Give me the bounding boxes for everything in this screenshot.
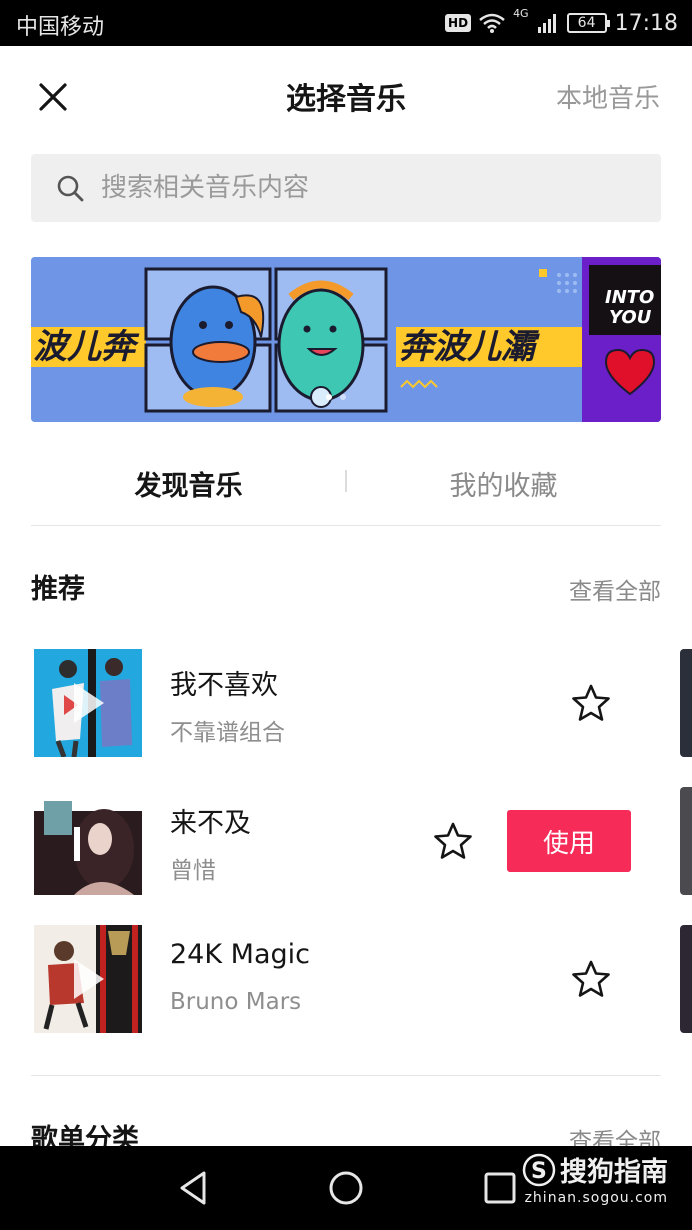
watermark-brand-text: 搜狗指南 (560, 1157, 668, 1188)
watermark-brand: S 搜狗指南 (522, 1150, 668, 1189)
local-music-link[interactable]: 本地音乐 (556, 78, 660, 115)
wifi-icon (479, 13, 505, 33)
banner-artwork: 波儿奔 奔波儿灞 INTO YOU (31, 257, 661, 422)
peek-card (680, 649, 692, 757)
banner-side-text-1: INTO (605, 287, 654, 308)
song-row[interactable]: 24K Magic Bruno Mars (0, 925, 692, 1033)
song-artist: Bruno Mars (170, 989, 302, 1015)
watermark: S 搜狗指南 zhinan.sogou.com (522, 1150, 668, 1206)
song-row[interactable]: 我不喜欢 不靠谱组合 (0, 649, 692, 757)
system-nav-bar: S 搜狗指南 zhinan.sogou.com (0, 1146, 692, 1230)
album-cover[interactable] (34, 649, 142, 757)
header: 选择音乐 本地音乐 (0, 46, 692, 146)
home-icon[interactable] (326, 1168, 366, 1208)
banner-text-left: 波儿奔 (33, 327, 140, 367)
search-box[interactable] (31, 154, 661, 222)
recommend-title: 推荐 (31, 574, 85, 605)
status-icons: HD 4G 64 17:18 (445, 7, 678, 39)
search-input[interactable] (101, 173, 621, 203)
back-icon[interactable] (174, 1168, 214, 1208)
use-button[interactable]: 使用 (507, 810, 631, 872)
battery-indicator: 64 (566, 13, 610, 33)
album-cover[interactable] (34, 925, 142, 1033)
tab-bar: 发现音乐 我的收藏 (31, 440, 661, 526)
promo-banner[interactable]: 波儿奔 奔波儿灞 INTO YOU (31, 257, 661, 422)
star-icon[interactable] (571, 683, 611, 723)
hd-badge: HD (445, 14, 472, 32)
tab-discover-music[interactable]: 发现音乐 (31, 464, 346, 503)
clock: 17:18 (614, 10, 678, 36)
star-icon[interactable] (571, 959, 611, 999)
signal-icon (537, 14, 556, 33)
song-artist: 曾惜 (170, 858, 216, 884)
recommend-view-all[interactable]: 查看全部 (569, 572, 661, 606)
carrier-name: 中国移动 (16, 15, 105, 40)
peek-card (680, 925, 692, 1033)
play-icon (74, 683, 104, 723)
star-icon[interactable] (433, 821, 473, 861)
tab-my-favorites[interactable]: 我的收藏 (346, 464, 661, 503)
recent-apps-icon[interactable] (480, 1168, 520, 1208)
play-icon (74, 959, 104, 999)
status-bar: 中国移动 HD 4G 64 17:18 (0, 0, 692, 46)
song-title: 24K Magic (170, 939, 310, 970)
song-row[interactable]: 来不及 曾惜 使用 (0, 787, 692, 895)
song-title: 我不喜欢 (170, 670, 278, 701)
album-cover[interactable] (34, 787, 142, 895)
banner-text-right: 奔波儿灞 (399, 327, 540, 367)
peek-card (680, 787, 692, 895)
cover-art (34, 787, 142, 895)
song-artist: 不靠谱组合 (170, 720, 285, 746)
banner-side-text-2: YOU (609, 307, 652, 328)
network-type: 4G (513, 7, 529, 20)
svg-text:S: S (531, 1159, 547, 1184)
song-title: 来不及 (170, 808, 251, 839)
watermark-url: zhinan.sogou.com (524, 1190, 668, 1206)
section-divider (31, 1075, 661, 1076)
search-icon (57, 175, 84, 202)
sogou-logo-icon: S (522, 1153, 556, 1186)
